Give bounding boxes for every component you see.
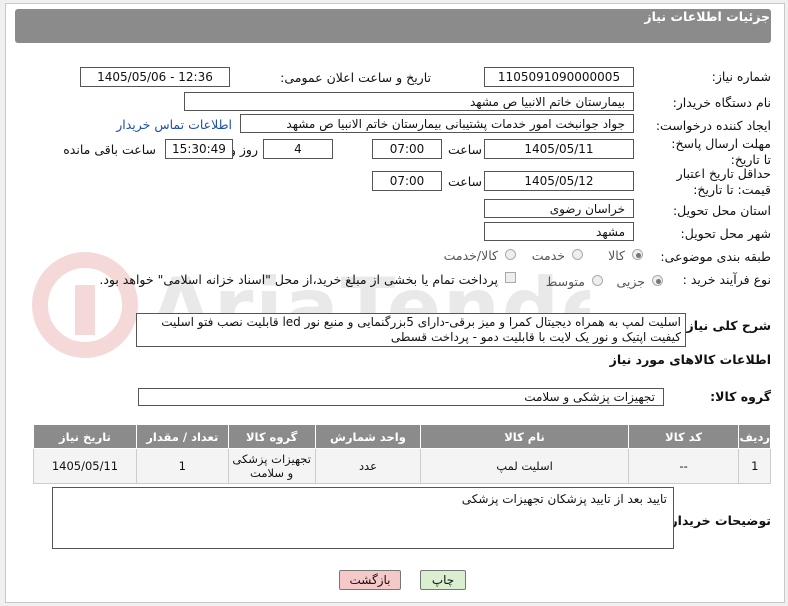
announce-label: تاریخ و ساعت اعلان عمومی: (280, 70, 431, 85)
buyer-org-label: نام دستگاه خریدار: (672, 95, 771, 110)
goods-section-title: اطلاعات کالاهای مورد نیاز (609, 352, 771, 367)
cell-quantity: 1 (135, 448, 229, 484)
price-validity-label: حداقل تاریخ اعتبار قیمت: تا تاریخ: (676, 166, 771, 197)
price-time-label: ساعت (447, 174, 482, 189)
purchase-radio-medium[interactable] (592, 275, 603, 286)
purchase-option-minor: جزیی (616, 274, 645, 289)
need-number-field: 1105091090000005 (484, 67, 634, 87)
price-validity-date-field: 1405/05/12 (484, 171, 634, 191)
category-option-service: خدمت (531, 248, 565, 263)
reply-deadline-label: مهلت ارسال پاسخ: تا تاریخ: (671, 136, 771, 167)
col-row-number: ردیف (738, 424, 771, 449)
category-radio-goods[interactable] (632, 249, 643, 260)
treasury-payment-checkbox[interactable] (505, 272, 516, 283)
remaining-time-field: 15:30:49 (165, 139, 233, 159)
city-label: شهر محل تحویل: (680, 226, 771, 241)
goods-table: ردیف کد کالا نام کالا واحد شمارش گروه کا… (33, 424, 771, 484)
goods-group-field: تجهیزات پزشکی و سلامت (138, 388, 664, 406)
table-row: 1 -- اسلیت لمپ عدد تجهیزات پزشکی و سلامت… (33, 448, 771, 484)
purchase-radio-minor[interactable] (652, 275, 663, 286)
days-remaining-field: 4 (263, 139, 333, 159)
col-goods-name: نام کالا (420, 424, 629, 449)
back-button[interactable]: بازگشت (339, 570, 401, 590)
col-goods-code: کد کالا (627, 424, 740, 449)
purchase-option-medium: متوسط (545, 274, 585, 289)
goods-table-header: ردیف کد کالا نام کالا واحد شمارش گروه کا… (33, 424, 771, 449)
purchase-type-label: نوع فرآیند خرید : (682, 272, 771, 287)
cell-goods-name: اسلیت لمپ (420, 448, 629, 484)
page-title: جزئیات اطلاعات نیاز (644, 9, 770, 24)
buyer-notes-textarea[interactable]: تایید بعد از تایید پزشکان تجهیزات پزشکی (52, 487, 674, 549)
cell-need-date: 1405/05/11 (33, 448, 137, 484)
col-need-date: تاریخ نیاز (33, 424, 137, 449)
col-goods-group: گروه کالا (227, 424, 316, 449)
cell-goods-group: تجهیزات پزشکی و سلامت (227, 448, 316, 484)
reply-time-label: ساعت (447, 142, 482, 157)
buyer-org-field: بیمارستان خاتم الانبیا ص مشهد (184, 92, 634, 111)
cell-goods-code: -- (627, 448, 740, 484)
category-option-goods: کالا (608, 248, 625, 263)
days-label: روز و (229, 142, 258, 157)
category-radio-goods-service[interactable] (505, 249, 516, 260)
requester-field: جواد جوانبخت امور خدمات پشتیبانی بیمارست… (240, 114, 634, 133)
category-option-goods-service: کالا/خدمت (443, 248, 498, 263)
announce-datetime-field: 1405/05/06 - 12:36 (80, 67, 230, 87)
reply-time-field: 07:00 (372, 139, 442, 159)
col-unit: واحد شمارش (314, 424, 422, 449)
description-label: شرح کلی نیاز: (681, 318, 771, 333)
contact-info-link[interactable]: اطلاعات تماس خریدار (116, 117, 232, 132)
category-radio-service[interactable] (572, 249, 583, 260)
buyer-notes-label: توضیحات خریدار: (665, 513, 771, 528)
treasury-payment-note: پرداخت تمام یا بخشی از مبلغ خرید،از محل … (99, 272, 498, 287)
requester-label: ایجاد کننده درخواست: (655, 118, 771, 133)
reply-date-field: 1405/05/11 (484, 139, 634, 159)
need-number-label: شماره نیاز: (711, 69, 771, 84)
province-field: خراسان رضوی (484, 199, 634, 218)
cell-row-number: 1 (738, 448, 771, 484)
city-field: مشهد (484, 222, 634, 241)
province-label: استان محل تحویل: (672, 203, 771, 218)
remaining-time-label: ساعت باقی مانده (63, 142, 156, 157)
cell-unit: عدد (314, 448, 422, 484)
price-validity-time-field: 07:00 (372, 171, 442, 191)
category-label: طبقه بندی موضوعی: (660, 249, 771, 264)
description-textarea[interactable]: اسلیت لمپ به همراه دیجیتال کمرا و میز بر… (136, 313, 686, 347)
print-button[interactable]: چاپ (420, 570, 466, 590)
col-quantity: تعداد / مقدار (135, 424, 229, 449)
goods-group-label: گروه کالا: (710, 389, 771, 404)
